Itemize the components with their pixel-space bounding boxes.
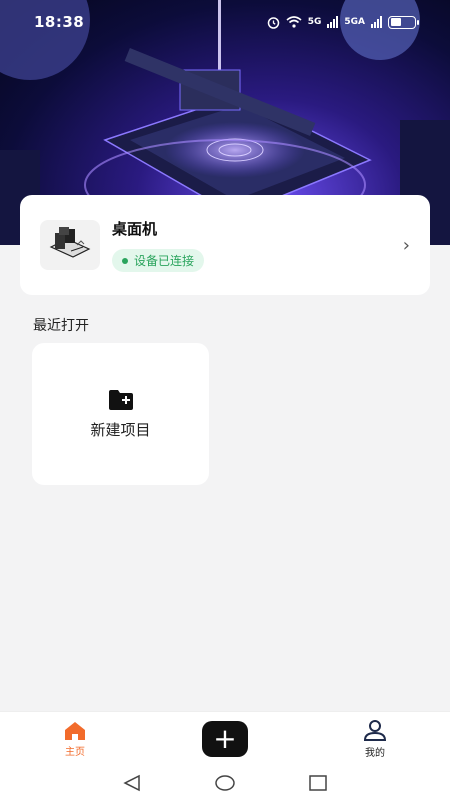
home-icon	[65, 721, 85, 740]
recent-section-title: 最近打开	[33, 318, 89, 334]
device-info: 桌面机 设备已连接	[112, 218, 403, 273]
device-name: 桌面机	[112, 219, 158, 238]
recent-apps-icon[interactable]	[308, 774, 328, 792]
status-bar: 18:38 5G 5GA	[0, 0, 450, 44]
signal-icon	[327, 16, 339, 28]
tab-add[interactable]: +	[185, 721, 265, 757]
battery-icon	[388, 15, 419, 29]
laser-machine-icon	[49, 227, 91, 258]
profile-icon	[363, 719, 387, 741]
tab-me-label: 我的	[365, 747, 385, 759]
new-project-label: 新建项目	[90, 420, 151, 439]
network-label-1: 5G	[307, 17, 322, 27]
device-thumbnail	[40, 220, 100, 270]
home-nav-icon[interactable]	[214, 774, 236, 792]
network-label-2: 5GA	[344, 17, 365, 27]
status-dot-icon	[122, 257, 128, 264]
tab-me[interactable]: 我的	[335, 719, 415, 759]
device-card[interactable]: 桌面机 设备已连接 ›	[20, 195, 430, 295]
back-icon[interactable]	[122, 774, 142, 792]
status-time: 18:38	[34, 13, 85, 31]
tab-home[interactable]: 主页	[35, 721, 115, 758]
alarm-icon	[267, 16, 279, 29]
device-status-badge: 设备已连接	[112, 249, 205, 273]
folder-add-icon	[108, 389, 133, 410]
device-status-text: 设备已连接	[134, 254, 195, 269]
system-nav-bar	[0, 766, 450, 800]
status-icons: 5G 5GA	[267, 15, 419, 29]
tab-home-label: 主页	[65, 746, 85, 758]
chevron-right-icon[interactable]: ›	[403, 235, 410, 256]
add-button[interactable]: +	[202, 721, 248, 757]
bottom-tab-bar: 主页 + 我的	[0, 711, 450, 766]
new-project-button[interactable]: 新建项目	[32, 343, 209, 485]
wifi-icon	[286, 16, 302, 28]
battery-level	[390, 18, 401, 26]
signal-icon-2	[371, 16, 382, 28]
